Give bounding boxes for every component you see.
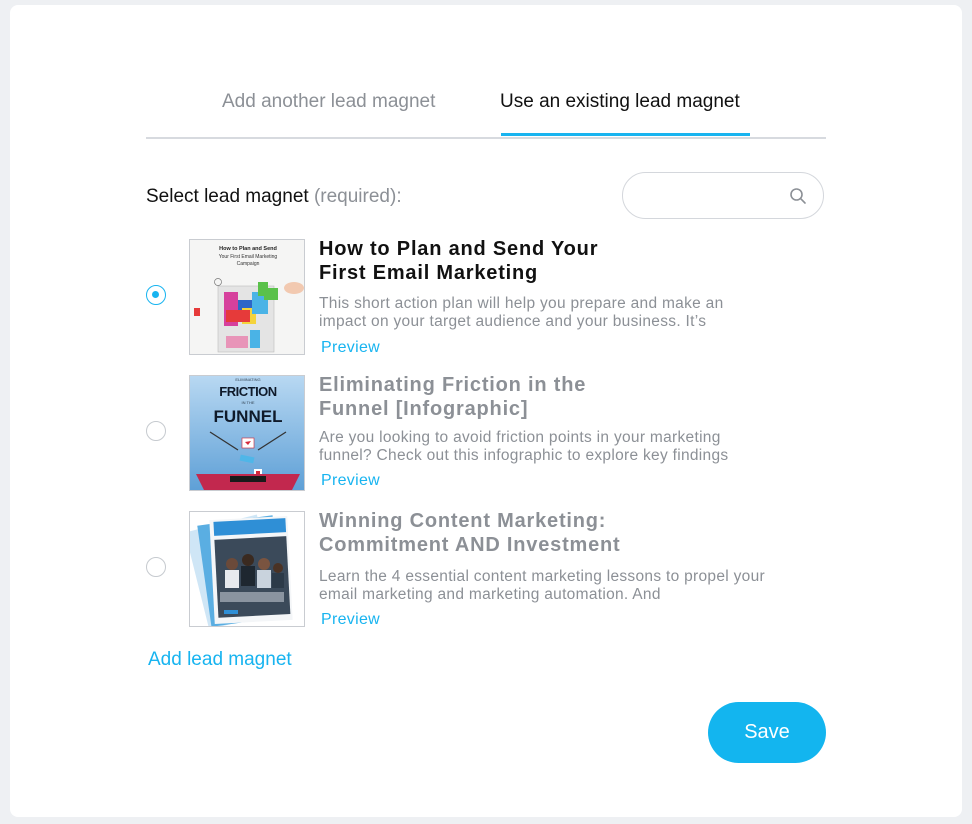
- tab-use-existing[interactable]: Use an existing lead magnet: [500, 91, 740, 113]
- lead-magnet-card: Add another lead magnet Use an existing …: [10, 5, 962, 817]
- lead-magnet-title: Eliminating Friction in the Funnel [Info…: [319, 374, 587, 420]
- cover-word-funnel: FUNNEL: [214, 407, 283, 426]
- cover-word-friction: FRICTION: [219, 384, 276, 399]
- lead-magnet-description: Learn the 4 essential content marketing …: [319, 568, 765, 603]
- cover-in-the: IN THE: [241, 400, 254, 405]
- preview-link[interactable]: Preview: [321, 611, 380, 629]
- cover-line-1: How to Plan and Send: [219, 246, 277, 252]
- tab-add-another[interactable]: Add another lead magnet: [222, 91, 435, 113]
- cover-line-2: Your First Email Marketing: [219, 254, 278, 260]
- lead-magnet-thumbnail: ELIMINATING FRICTION IN THE FUNNEL: [189, 375, 305, 491]
- lead-magnet-description: Are you looking to avoid friction points…: [319, 429, 729, 464]
- search-input[interactable]: [622, 172, 824, 219]
- required-text: (required):: [313, 186, 402, 207]
- cover-eyebrow: ELIMINATING: [235, 377, 260, 382]
- lead-magnet-thumbnail: [189, 511, 305, 627]
- lead-magnet-item[interactable]: ELIMINATING FRICTION IN THE FUNNEL Elimi…: [146, 374, 786, 493]
- lead-magnet-thumbnail: How to Plan and Send Your First Email Ma…: [189, 239, 305, 355]
- select-lead-magnet-label: Select lead magnet (required):: [146, 186, 402, 208]
- cover-line-3: Campaign: [237, 261, 260, 267]
- funnel-cover-image: ELIMINATING FRICTION IN THE FUNNEL: [190, 376, 304, 490]
- lead-magnet-radio[interactable]: [146, 421, 166, 441]
- tab-bar: Add another lead magnet Use an existing …: [146, 5, 826, 139]
- search-icon[interactable]: [789, 187, 807, 205]
- lead-magnet-title: Winning Content Marketing: Commitment AN…: [319, 510, 621, 556]
- content-marketing-cover-image: [190, 512, 304, 626]
- preview-link[interactable]: Preview: [321, 472, 380, 490]
- lead-magnet-item[interactable]: Winning Content Marketing: Commitment AN…: [146, 510, 786, 629]
- save-button[interactable]: Save: [708, 702, 826, 763]
- label-text: Select lead magnet: [146, 186, 309, 207]
- preview-link[interactable]: Preview: [321, 339, 380, 357]
- lead-magnet-description: This short action plan will help you pre…: [319, 295, 724, 330]
- tetris-cover-image: How to Plan and Send Your First Email Ma…: [190, 240, 304, 354]
- add-lead-magnet-link[interactable]: Add lead magnet: [148, 649, 292, 671]
- lead-magnet-radio[interactable]: [146, 557, 166, 577]
- lead-magnet-item[interactable]: How to Plan and Send Your First Email Ma…: [146, 238, 786, 357]
- lead-magnet-title: How to Plan and Send Your First Email Ma…: [319, 238, 599, 284]
- active-tab-indicator: [501, 133, 750, 136]
- lead-magnet-radio-selected[interactable]: [146, 285, 166, 305]
